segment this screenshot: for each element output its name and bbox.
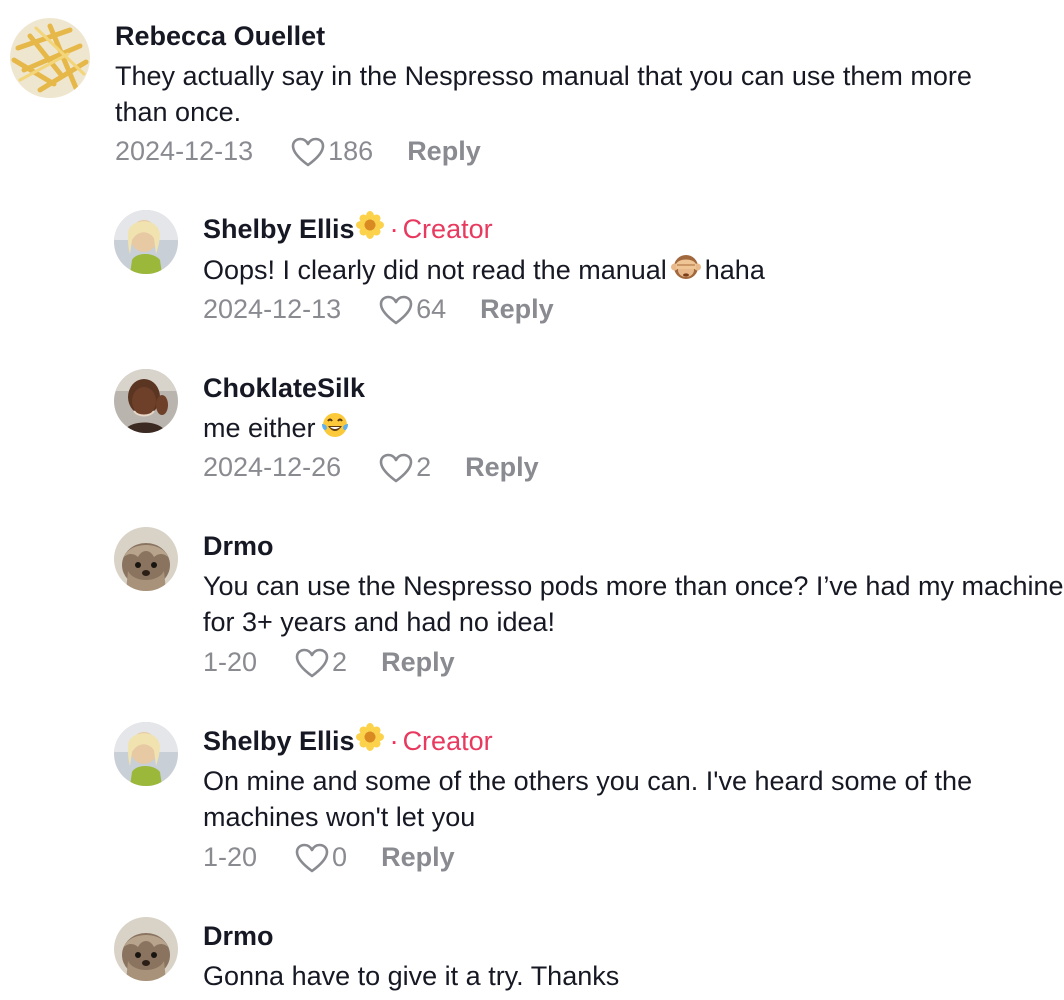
comment-username[interactable]: Shelby Ellis · Creator: [203, 723, 493, 758]
like-count: 2: [332, 647, 348, 677]
avatar[interactable]: [114, 722, 178, 786]
heart-icon: [379, 453, 413, 482]
comment-text: Oops! I clearly did not read the manual h…: [203, 252, 1064, 291]
comment-date: 2024-12-13: [115, 136, 254, 166]
like-button[interactable]: 64: [379, 294, 446, 325]
flower-emoji-icon: [355, 723, 384, 758]
avatar[interactable]: [114, 210, 178, 274]
reply-button[interactable]: Reply: [407, 136, 481, 167]
like-button[interactable]: 186: [291, 136, 373, 167]
comment-text: me either: [203, 410, 1064, 449]
creator-separator: ·: [389, 726, 399, 756]
comment-date: 1-20: [203, 842, 258, 872]
like-button[interactable]: 2: [379, 452, 431, 483]
comment-meta: 2024-12-26 2 Reply: [203, 452, 539, 483]
username-text[interactable]: Shelby Ellis: [203, 726, 355, 756]
comment-text-part: Oops! I clearly did not read the manual: [203, 255, 667, 285]
comment-date: 1-20: [203, 647, 258, 677]
like-count: 64: [416, 294, 447, 324]
comment-meta: 1-20 2 Reply: [203, 647, 455, 678]
comment-username[interactable]: Drmo: [203, 921, 274, 952]
comment-meta: 1-20 0 Reply: [203, 842, 455, 873]
comment-text: On mine and some of the others you can. …: [203, 766, 973, 832]
heart-icon: [295, 843, 329, 872]
like-button[interactable]: 0: [295, 842, 347, 873]
comment-text: You can use the Nespresso pods more than…: [203, 571, 1064, 637]
username-text[interactable]: Shelby Ellis: [203, 214, 355, 244]
creator-badge: Creator: [402, 214, 493, 244]
comment-text: Gonna have to give it a try. Thanks: [203, 961, 620, 991]
see-no-evil-monkey-emoji-icon: [670, 252, 701, 291]
comment-text: They actually say in the Nespresso manua…: [115, 61, 972, 127]
avatar[interactable]: [114, 369, 178, 433]
reply-button[interactable]: Reply: [381, 842, 455, 873]
reply-button[interactable]: Reply: [381, 647, 455, 678]
reply-button[interactable]: Reply: [465, 452, 539, 483]
comment-text-part: haha: [704, 255, 765, 285]
avatar[interactable]: [114, 917, 178, 981]
creator-separator: ·: [389, 214, 399, 244]
comment-date: 2024-12-26: [203, 452, 342, 482]
tears-of-joy-emoji-icon: [320, 410, 350, 449]
like-count: 0: [332, 842, 348, 872]
comment-date: 2024-12-13: [203, 294, 342, 324]
like-count: 2: [416, 452, 432, 482]
comment-username[interactable]: ChoklateSilk: [203, 373, 365, 404]
comment-username[interactable]: Shelby Ellis · Creator: [203, 211, 493, 246]
avatar[interactable]: [10, 18, 90, 98]
flower-emoji-icon: [355, 211, 384, 246]
comment-meta: 2024-12-13 186 Reply: [115, 136, 481, 167]
avatar[interactable]: [114, 527, 178, 591]
comment-text-part: me either: [203, 413, 316, 443]
reply-button[interactable]: Reply: [480, 294, 554, 325]
creator-badge: Creator: [402, 726, 493, 756]
like-count: 186: [328, 136, 374, 166]
comment-meta: 2024-12-13 64 Reply: [203, 294, 554, 325]
comment-username[interactable]: Drmo: [203, 531, 274, 562]
heart-icon: [291, 137, 325, 166]
comment-username[interactable]: Rebecca Ouellet: [115, 21, 325, 52]
like-button[interactable]: 2: [295, 647, 347, 678]
heart-icon: [295, 648, 329, 677]
heart-icon: [379, 295, 413, 324]
